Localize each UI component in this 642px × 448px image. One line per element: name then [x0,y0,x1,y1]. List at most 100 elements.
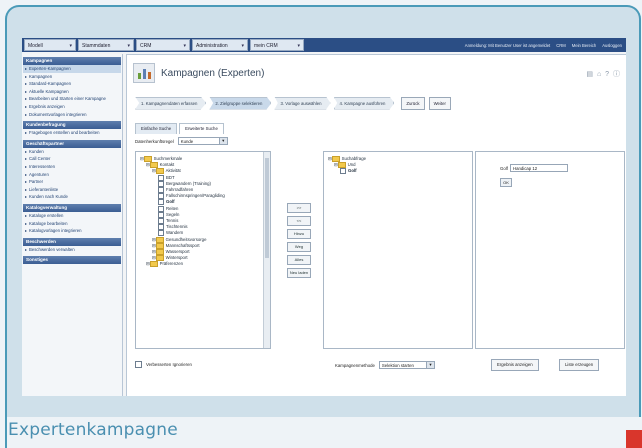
sidebar-section: KatalogverwaltungKataloge erstellenKatal… [23,203,121,235]
wizard-step[interactable]: 2. Zielgruppe selektieren [209,96,272,110]
tree-node[interactable]: Fallschirmspringen/Paragliding [158,193,225,200]
sidebar-item[interactable]: Agenturen [23,171,121,179]
top-tab[interactable]: Administration ▾ [192,39,248,51]
sidebar-item[interactable]: Standard-Kampagnen [23,80,121,88]
criteria-tree[interactable]: ⊟ Suchmerkmale ⊟ Kontakt ⊟ Aktivität BDT Bergwa… [135,151,271,349]
tree-node[interactable]: Tennis [158,218,178,224]
filter-select[interactable]: Kunde ▾ [177,137,228,145]
create-list-button[interactable]: Liste erzeugen [559,359,600,371]
top-tab[interactable]: mein CRM ▾ [250,39,304,51]
top-nav-link[interactable]: Mein Bereich [572,43,596,48]
tree-node-label: Wandern [166,230,184,236]
transfer-button[interactable]: Alles [287,255,311,265]
tree-scrollbar[interactable] [263,152,270,348]
tree-node[interactable]: Fahrradfahren [158,187,193,193]
top-tab[interactable]: Stammdaten ▾ [78,39,134,51]
sidebar-section-header[interactable]: Beschwerden [23,237,121,246]
sidebar-item[interactable]: Ergebnis anzeigen [23,103,121,111]
sidebar-section-header[interactable]: Kampagnen [23,57,121,65]
sidebar-item[interactable]: Fragebogen erstellen und bearbeiten [23,129,121,137]
transfer-button[interactable]: Neu laden [287,268,311,278]
property-panel: Golf Handicap 12 OK [475,151,625,349]
toolbar-icons[interactable]: ▤ ⌂ ? ⓘ [586,69,621,79]
top-nav-links: Anmeldung: Mit Benutzer User ist angemel… [465,43,626,48]
top-tab-label: CRM [140,43,152,49]
tree-node[interactable]: ⊟ Suchabfrage [328,156,366,162]
sidebar-item[interactable]: Kataloge erstellen [23,212,121,220]
tree-node[interactable]: ⊟ Präferenzen [146,261,183,268]
document-icon [158,224,164,231]
document-icon [340,168,346,175]
folder-icon [155,249,164,255]
top-tab[interactable]: CRM ▾ [136,39,190,51]
search-tab[interactable]: Einfache Suche [135,123,178,134]
tree-node[interactable]: Golf [158,199,175,206]
filter-value: Kunde [180,139,194,144]
sidebar-item[interactable]: Call Center [23,155,121,163]
tree-node[interactable]: ⊟ Kontakt [146,162,175,169]
sidebar-item[interactable]: Bearbeiten und Starten einer Kampagne [23,95,121,103]
tree-node[interactable]: Reiten [158,205,178,212]
folder-icon [155,255,164,262]
tree-node[interactable]: Segeln [158,211,180,218]
top-navigation: Modell ▾ Stammdaten ▾ CRM ▾ Administration ▾ mei… [22,38,626,52]
tree-node[interactable]: ⊟ Wassersport [152,249,190,255]
wizard-button[interactable]: Zurück [401,96,425,110]
sidebar-section-header[interactable]: Kundenbefragung [23,121,121,130]
sidebar-item[interactable]: Interessenten [23,163,121,171]
transfer-button[interactable]: >> [287,203,311,213]
tree-node[interactable]: Golf [340,168,357,175]
sidebar-item[interactable]: Lieferantenliste [23,186,121,194]
tree-node[interactable]: Tischtennis [158,224,188,231]
tree-node-label: Wassersport [165,249,190,255]
bottom-bar: Verbesserten Ignorieren Kampagnenmethode… [135,359,625,371]
sidebar-item[interactable]: Experten-Kampagnen [23,65,121,73]
wizard-step[interactable]: 1. Kampagnendaten erfassen [135,96,207,110]
tree-node-label: Segeln [166,211,180,217]
tree-node[interactable]: ⊟ Suchmerkmale [140,156,182,162]
wizard-step[interactable]: 3. Vorlage auswählen [274,96,331,110]
top-nav-link[interactable]: CRM [556,43,566,48]
show-result-button[interactable]: Ergebnis anzeigen [491,359,539,371]
document-icon [158,180,164,187]
sidebar-item[interactable]: Kunden [23,148,121,156]
sidebar-item[interactable]: Beschwerden verwalten [23,246,121,254]
sidebar-item[interactable]: Partner [23,178,121,186]
tree-node-label: Kontakt [159,162,175,168]
sidebar-section-header[interactable]: Sonstiges [23,256,121,265]
tree-node-label: Gesundheitsvorsorge [165,236,207,242]
search-tab[interactable]: Erweiterte Suche [179,123,224,134]
folder-icon [149,261,158,268]
sidebar-item[interactable]: Katalogvorlagen integrieren [23,227,121,235]
document-icon [158,218,164,224]
ignore-checkbox-row[interactable]: Verbesserten Ignorieren [135,361,192,368]
top-nav-link[interactable]: Anmeldung: Mit Benutzer User ist angemel… [465,43,550,48]
wizard-step[interactable]: 4. Kampagne ausführen [333,96,395,110]
tree-node[interactable]: ⊟ Aktivität [152,168,181,175]
tree-node[interactable]: Wandern [158,230,184,237]
tree-node[interactable]: ⊟ Wintersport [152,255,188,262]
property-ok-button[interactable]: OK [500,178,512,187]
sidebar-item[interactable]: Aktuelle Kampagnen [23,88,121,96]
mode-select[interactable]: Selektion starten ▾ [378,361,435,369]
wizard-button[interactable]: Weiter [428,96,451,110]
tree-node[interactable]: BDT [158,174,175,181]
transfer-button[interactable]: Hinzu [287,229,311,239]
query-tree[interactable]: ⊟ Suchabfrage ⊟ Und Golf [323,151,473,349]
transfer-button[interactable]: << [287,216,311,226]
tree-node[interactable]: Bergwandern (Training) [158,180,211,187]
tree-node[interactable]: ⊟ Und [334,162,356,169]
sidebar-section-header[interactable]: Katalogverwaltung [23,203,121,212]
sidebar-item[interactable]: Kampagnen [23,73,121,81]
sidebar-item[interactable]: Kunden nach Kunde [23,193,121,201]
tree-node[interactable]: ⊟ Mannschaftssport [152,242,200,249]
sidebar-section-header[interactable]: Geschäftspartner [23,139,121,148]
top-nav-link[interactable]: Ausloggen [602,43,622,48]
sidebar-item[interactable]: Dokumentvorlagen integrieren [23,111,121,119]
transfer-button[interactable]: Weg [287,242,311,252]
sidebar-item[interactable]: Kataloge bearbeiten [23,220,121,228]
checkbox[interactable] [135,361,142,368]
tree-node[interactable]: ⊟ Gesundheitsvorsorge [152,236,207,243]
top-tab[interactable]: Modell ▾ [24,39,76,51]
property-input[interactable]: Handicap 12 [510,164,568,172]
